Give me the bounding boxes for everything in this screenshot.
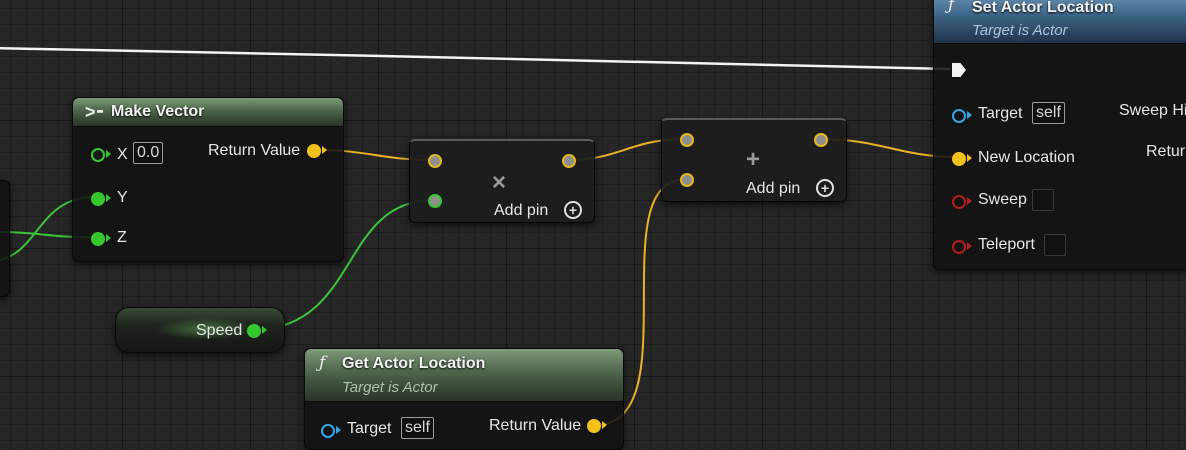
teleport-pin[interactable]	[952, 240, 966, 254]
set-target-field[interactable]: self	[1032, 102, 1065, 124]
pin-z[interactable]	[91, 232, 105, 246]
x-value-field[interactable]: 0.0	[133, 142, 164, 164]
set-target-pin[interactable]	[952, 109, 966, 123]
add-add-pin-icon[interactable]: +	[816, 179, 834, 197]
pin-z-arrow-icon	[106, 234, 111, 242]
add-input-b-pin[interactable]	[680, 173, 694, 187]
add-node[interactable]: + Add pin +	[661, 118, 847, 202]
add-add-pin-label[interactable]: Add pin	[746, 180, 800, 198]
get-actor-location-title: Get Actor Location	[342, 355, 486, 372]
sweep-label: Sweep	[978, 191, 1027, 208]
sweep-pin[interactable]	[952, 195, 966, 209]
function-icon: ƒ	[319, 353, 326, 373]
set-actor-location-title: Set Actor Location	[972, 0, 1114, 16]
pin-x-label: X	[117, 146, 128, 163]
offscreen-node[interactable]	[0, 180, 10, 297]
teleport-arrow-icon	[967, 242, 972, 250]
get-target-label: Target	[347, 420, 392, 437]
set-actor-location-subtitle: Target is Actor	[972, 22, 1068, 39]
return-output-label: Return	[1146, 143, 1186, 160]
speed-label: Speed	[196, 322, 243, 339]
multiply-add-pin-label[interactable]: Add pin	[494, 202, 548, 220]
get-return-pin[interactable]	[587, 419, 601, 433]
multiply-add-pin-icon[interactable]: +	[564, 201, 582, 219]
pin-x-arrow-icon	[106, 150, 111, 158]
multiply-input-b-pin[interactable]	[428, 194, 442, 208]
pin-z-label: Z	[117, 229, 127, 246]
set-actor-location-node[interactable]: ƒ Set Actor Location Target is Actor Tar…	[933, 0, 1186, 270]
get-target-arrow-icon	[336, 426, 341, 434]
get-output-label: Return Value	[489, 417, 582, 434]
exec-input-pin-icon[interactable]	[952, 63, 966, 77]
make-vector-return-pin[interactable]	[307, 144, 321, 158]
make-vector-return-arrow-icon	[322, 146, 327, 154]
sweep-hit-output-label: Sweep Hit	[1119, 102, 1186, 119]
get-actor-location-subtitle: Target is Actor	[342, 379, 438, 396]
new-location-pin[interactable]	[952, 152, 966, 166]
make-vector-title: Make Vector	[111, 103, 205, 120]
multiply-output-pin[interactable]	[562, 154, 576, 168]
multiply-symbol: ×	[492, 169, 507, 196]
set-target-arrow-icon	[967, 111, 972, 119]
speed-output-arrow-icon	[262, 326, 267, 334]
exec-wire	[0, 46, 951, 71]
add-symbol: +	[746, 146, 761, 173]
new-location-arrow-icon	[967, 154, 972, 162]
add-input-a-pin[interactable]	[680, 133, 694, 147]
get-target-pin[interactable]	[321, 424, 335, 438]
multiply-input-a-pin[interactable]	[428, 154, 442, 168]
new-location-label: New Location	[978, 149, 1075, 166]
get-actor-location-node[interactable]: ƒ Get Actor Location Target is Actor Tar…	[304, 348, 624, 450]
speed-output-pin[interactable]	[247, 324, 261, 338]
pin-y-label: Y	[117, 189, 128, 206]
pin-y-arrow-icon	[106, 194, 111, 202]
get-target-field[interactable]: self	[401, 417, 434, 439]
pin-y[interactable]	[91, 192, 105, 206]
pin-x[interactable]	[91, 148, 105, 162]
sweep-arrow-icon	[967, 197, 972, 205]
make-vector-output-label: Return Value	[208, 142, 301, 159]
add-output-pin[interactable]	[814, 133, 828, 147]
make-vector-icon: >⁃	[85, 102, 105, 122]
sweep-checkbox[interactable]	[1032, 189, 1054, 211]
function-icon: ƒ	[948, 0, 955, 15]
set-target-label: Target	[978, 105, 1023, 122]
multiply-node[interactable]: × Add pin +	[409, 139, 595, 223]
teleport-label: Teleport	[978, 236, 1035, 253]
get-return-arrow-icon	[602, 421, 607, 429]
make-vector-node[interactable]: >⁃ Make Vector X 0.0 Return Value Y Z	[72, 97, 344, 262]
teleport-checkbox[interactable]	[1044, 234, 1066, 256]
speed-variable-node[interactable]: Speed	[115, 307, 285, 353]
